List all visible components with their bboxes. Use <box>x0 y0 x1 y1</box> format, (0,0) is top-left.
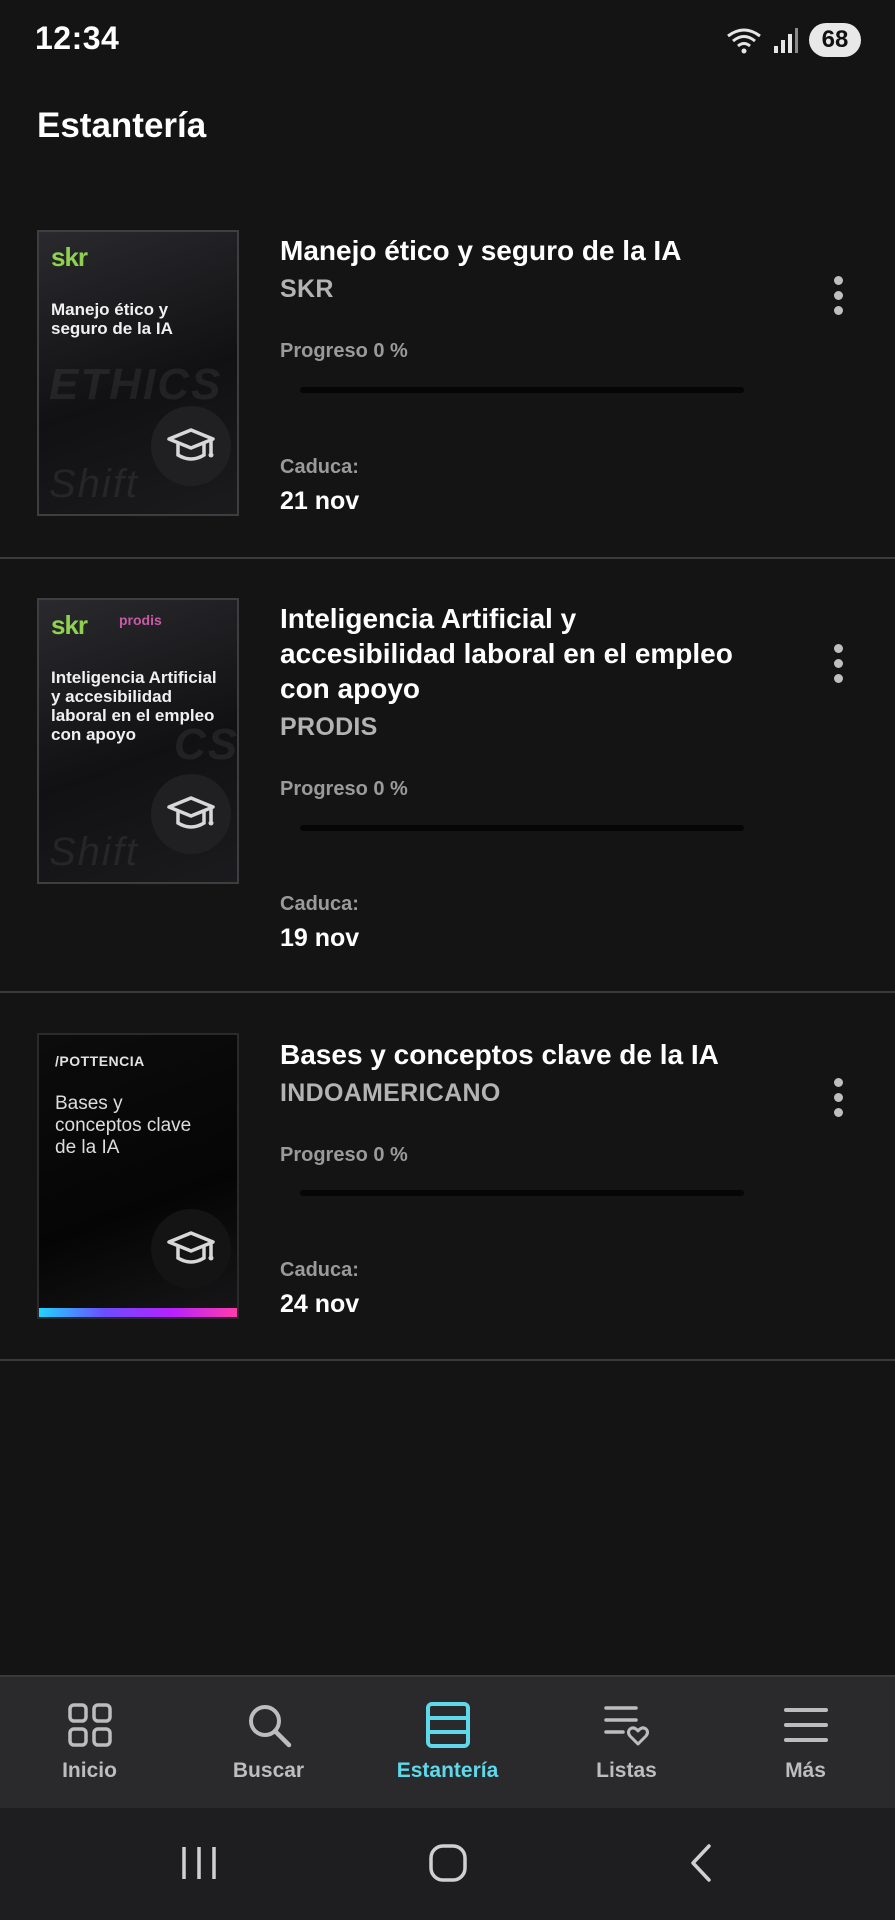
more-options-button[interactable] <box>818 1067 858 1127</box>
cover-background-text: ETHICS <box>49 360 223 409</box>
nav-label: Buscar <box>232 1759 305 1782</box>
graduation-cap-icon <box>167 796 215 829</box>
grid-icon <box>67 1699 113 1751</box>
page-title: Estantería <box>37 106 207 145</box>
home-icon <box>429 1844 467 1882</box>
book-author: SKR <box>280 275 334 303</box>
course-badge <box>151 774 231 854</box>
nav-item-estanteria[interactable]: Estantería <box>358 1677 537 1810</box>
book-title[interactable]: Bases y conceptos clave de la IA <box>280 1037 750 1072</box>
expires-label: Caduca: <box>280 456 359 478</box>
cover-logo: skr <box>51 242 88 272</box>
progress-bar <box>300 387 744 393</box>
cover-logo: skr <box>51 610 88 640</box>
course-badge <box>151 1209 231 1289</box>
status-icons: 68 <box>725 22 861 58</box>
cover-title: Manejo ético y seguro de la IA <box>51 300 173 338</box>
book-item[interactable]: skr Manejo ético y seguro de la IA ETHIC… <box>0 199 895 559</box>
bottom-navigation: Inicio Buscar Estantería Listas Más <box>0 1675 895 1810</box>
book-author: PRODIS <box>280 713 378 741</box>
nav-label: Inicio <box>62 1759 117 1782</box>
book-cover[interactable]: skr prodis Inteligencia Artificial y acc… <box>37 598 239 884</box>
expires-date: 24 nov <box>280 1290 360 1318</box>
recent-apps-icon <box>182 1847 216 1879</box>
nav-item-inicio[interactable]: Inicio <box>0 1677 179 1810</box>
nav-item-mas[interactable]: Más <box>716 1677 895 1810</box>
nav-label: Estantería <box>396 1759 499 1782</box>
cover-background-text: Shift <box>49 830 140 874</box>
back-button[interactable] <box>660 1828 740 1898</box>
nav-item-listas[interactable]: Listas <box>537 1677 716 1810</box>
progress-label: Progreso 0 % <box>280 778 408 800</box>
recent-apps-button[interactable] <box>159 1828 239 1898</box>
nav-label: Más <box>785 1759 826 1782</box>
graduation-cap-icon <box>167 428 215 461</box>
status-bar: 12:34 68 <box>0 0 895 80</box>
progress-label: Progreso 0 % <box>280 1144 408 1166</box>
book-item[interactable]: skr prodis Inteligencia Artificial y acc… <box>0 559 895 993</box>
book-cover[interactable]: skr Manejo ético y seguro de la IA ETHIC… <box>37 230 239 516</box>
cover-accent-bar <box>39 1308 237 1317</box>
wifi-icon <box>727 28 761 54</box>
expires-date: 19 nov <box>280 924 360 952</box>
progress-label: Progreso 0 % <box>280 340 408 362</box>
more-vertical-icon <box>833 1077 843 1087</box>
menu-icon <box>783 1699 829 1751</box>
progress-bar <box>300 825 744 831</box>
progress-bar <box>300 1190 744 1196</box>
cover-logo: /POTTENCIA <box>55 1053 145 1069</box>
more-options-button[interactable] <box>818 265 858 325</box>
battery-indicator: 68 <box>809 23 861 57</box>
expires-label: Caduca: <box>280 1259 359 1281</box>
list-heart-icon <box>603 1699 651 1751</box>
cover-logo: prodis <box>119 612 162 628</box>
book-item[interactable]: /POTTENCIA Bases y conceptos clave de la… <box>0 993 895 1361</box>
nav-label: Listas <box>596 1759 657 1782</box>
nav-item-buscar[interactable]: Buscar <box>179 1677 358 1810</box>
book-title[interactable]: Manejo ético y seguro de la IA <box>280 233 750 268</box>
course-badge <box>151 406 231 486</box>
cover-background-text: Shift <box>49 462 140 506</box>
book-author: INDOAMERICANO <box>280 1079 501 1107</box>
status-time: 12:34 <box>35 20 120 56</box>
book-cover[interactable]: /POTTENCIA Bases y conceptos clave de la… <box>37 1033 239 1319</box>
expires-label: Caduca: <box>280 893 359 915</box>
expires-date: 21 nov <box>280 487 360 515</box>
search-icon <box>246 1699 292 1751</box>
graduation-cap-icon <box>167 1231 215 1264</box>
more-vertical-icon <box>833 275 843 285</box>
cover-title: Bases y conceptos clave de la IA <box>55 1093 192 1158</box>
signal-icon <box>774 28 798 53</box>
book-title[interactable]: Inteligencia Artificial y accesibilidad … <box>280 601 750 706</box>
shelf-icon <box>425 1699 471 1751</box>
more-options-button[interactable] <box>818 633 858 693</box>
more-vertical-icon <box>833 643 843 653</box>
cover-background-text: CS <box>174 720 239 769</box>
home-button[interactable] <box>408 1828 488 1898</box>
system-navigation-bar <box>0 1808 895 1920</box>
back-icon <box>691 1844 711 1882</box>
